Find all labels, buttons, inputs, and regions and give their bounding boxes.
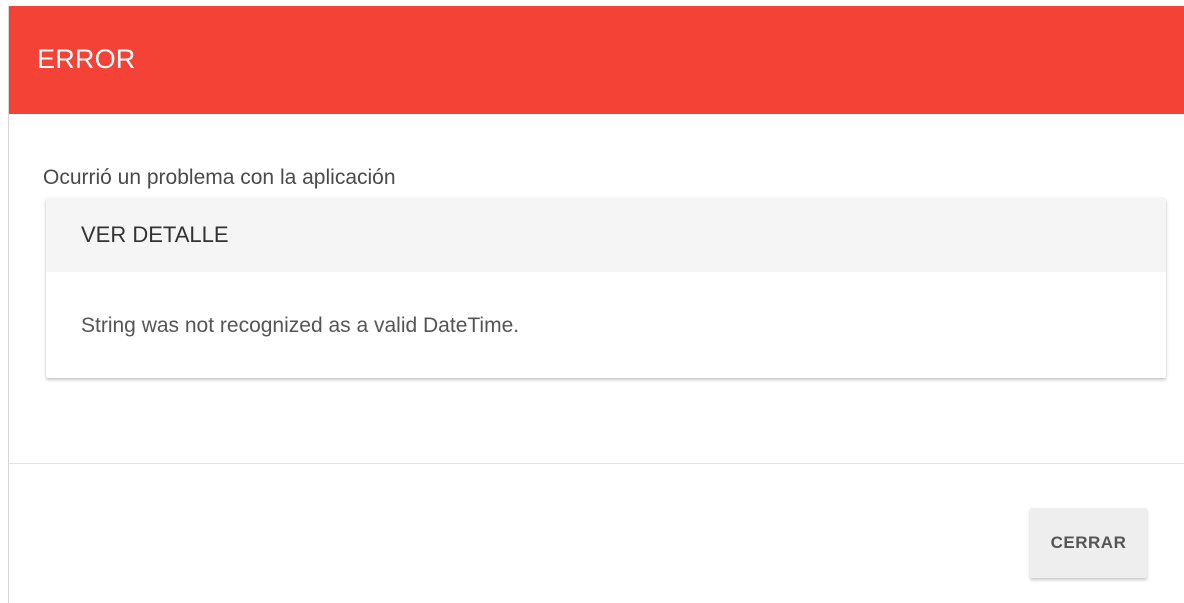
detail-panel: VER DETALLE String was not recognized as… [46, 198, 1166, 378]
dialog-title: ERROR [37, 44, 136, 74]
detail-body-text: String was not recognized as a valid Dat… [81, 314, 520, 337]
dialog-header: ERROR [9, 6, 1184, 114]
error-message: Ocurrió un problema con la aplicación [43, 166, 396, 189]
close-button[interactable]: CERRAR [1030, 508, 1147, 578]
error-dialog: ERROR Ocurrió un problema con la aplicac… [8, 6, 1184, 603]
detail-toggle-header[interactable]: VER DETALLE [46, 198, 1166, 272]
detail-header-label: VER DETALLE [81, 222, 229, 247]
footer-divider [9, 463, 1184, 464]
